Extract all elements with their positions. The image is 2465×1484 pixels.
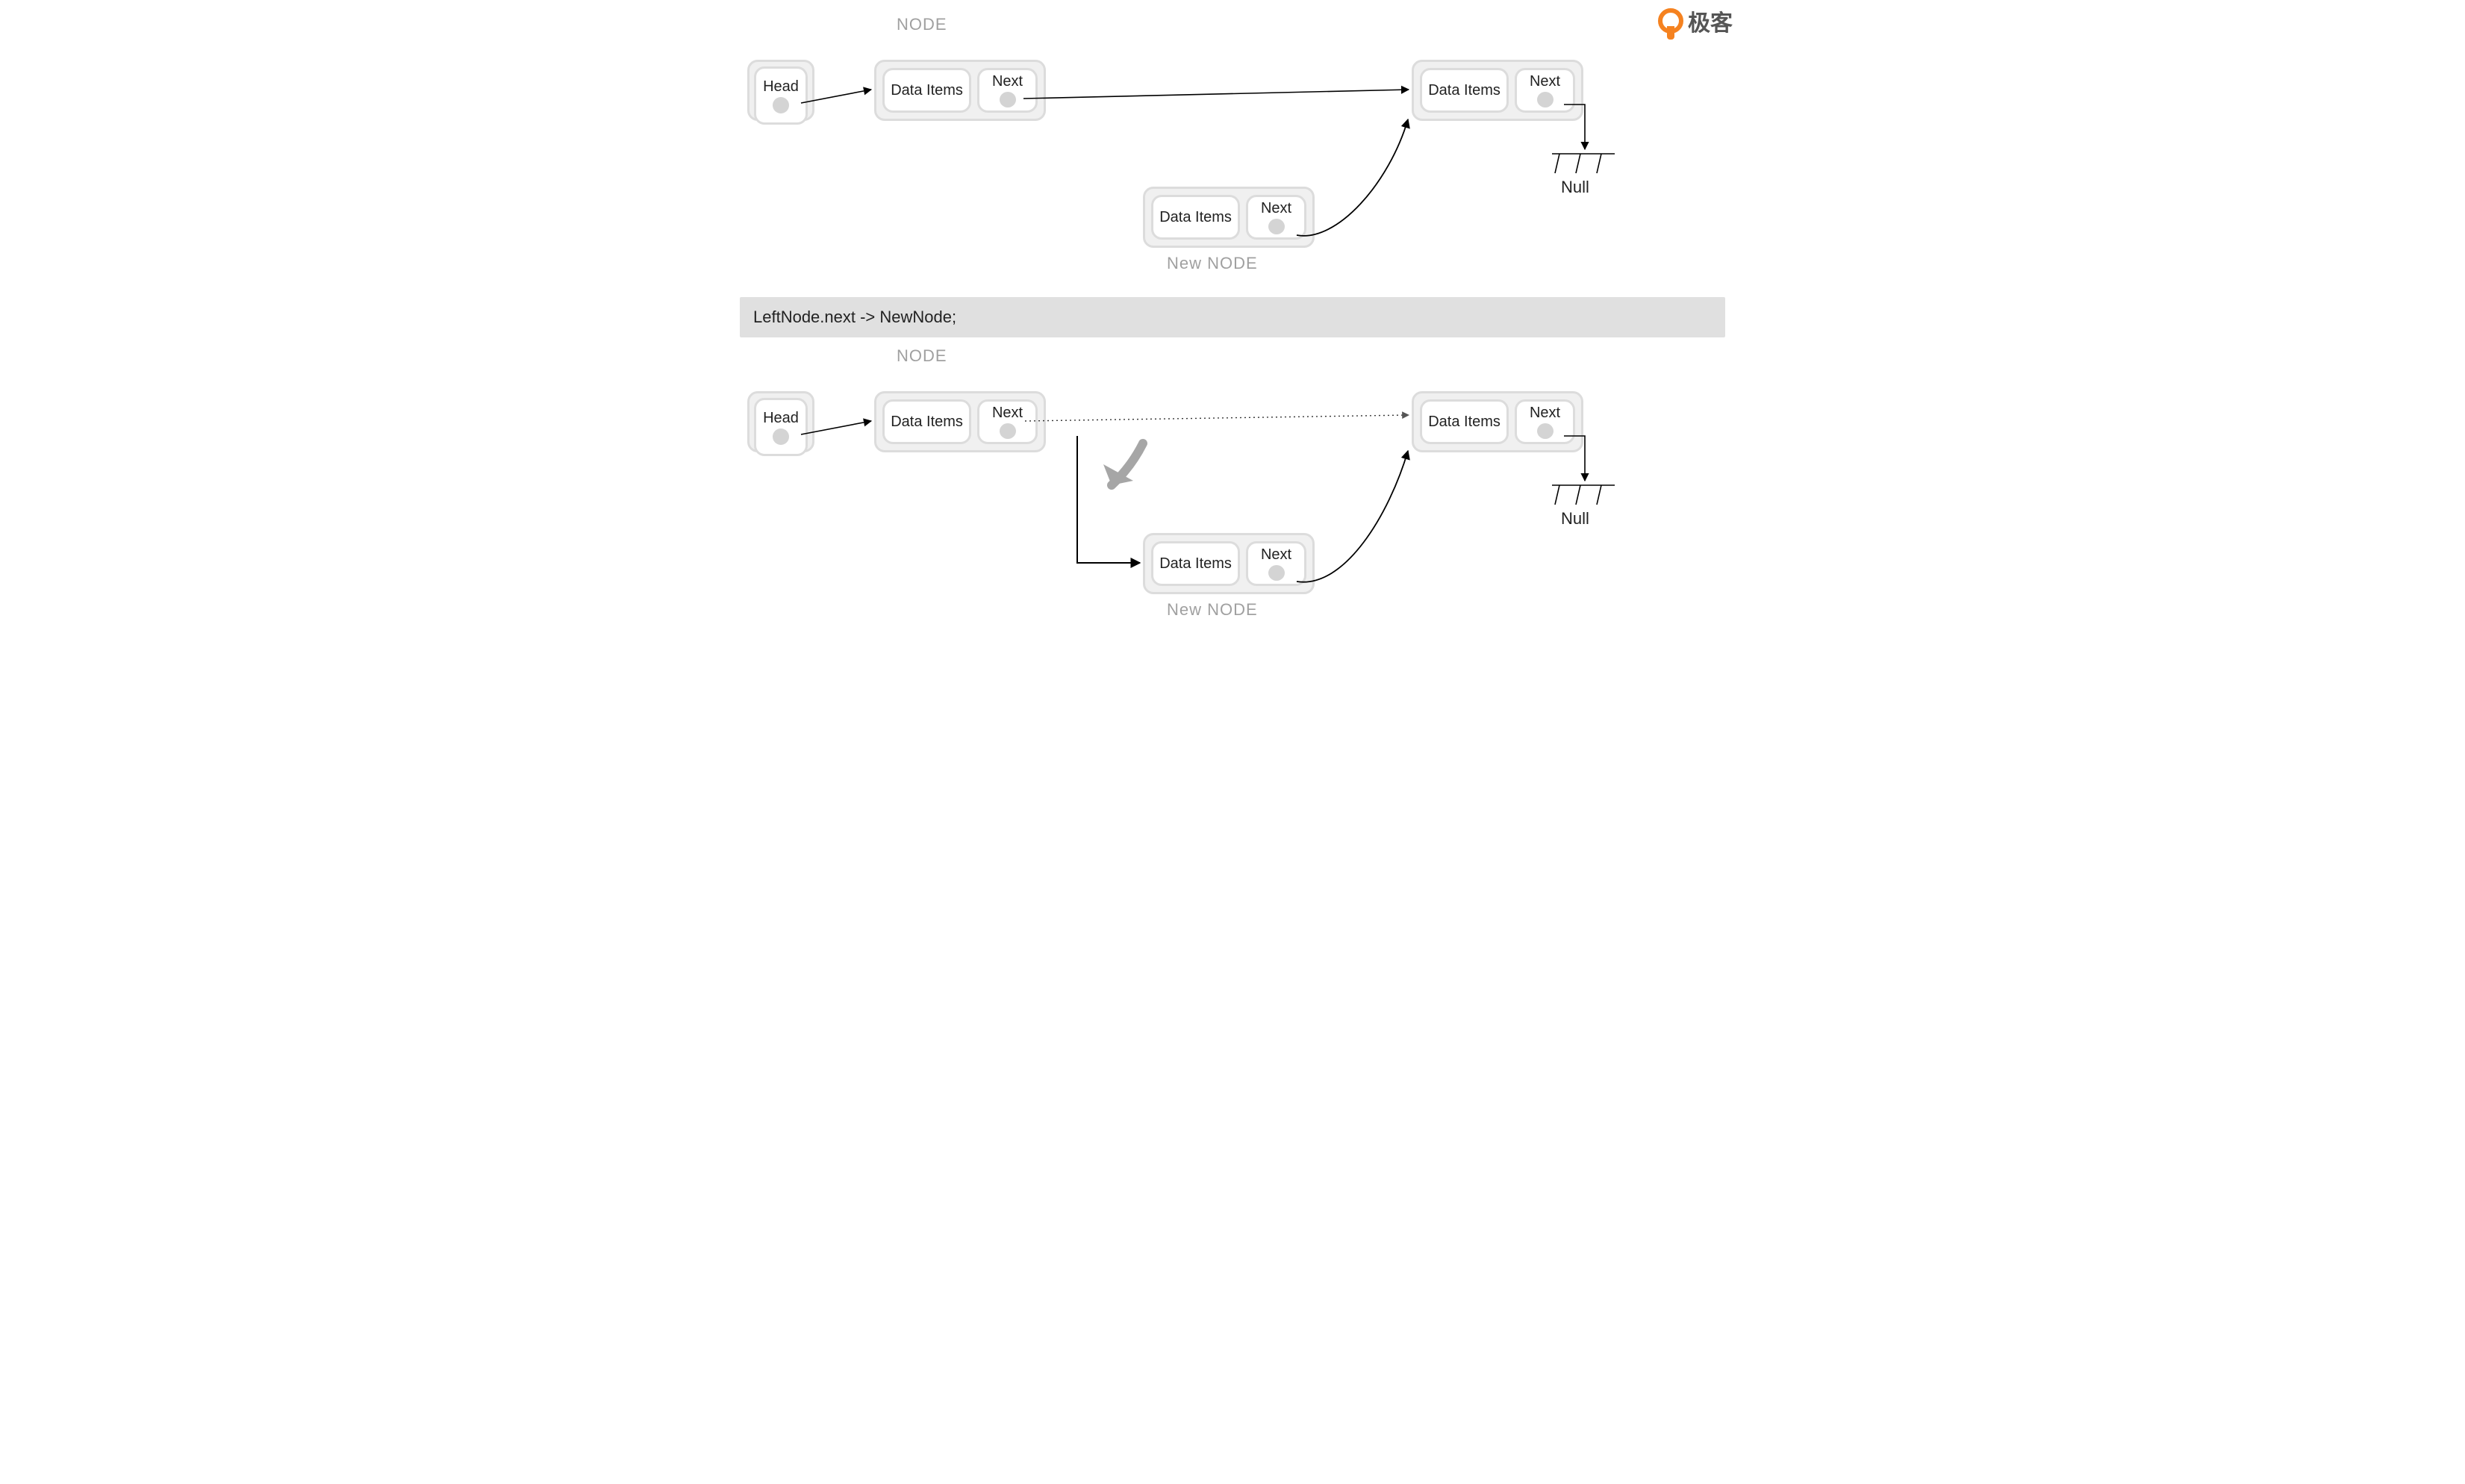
left-node-next-cell: Next [977,399,1038,444]
left-node: Data Items Next [874,391,1046,452]
newnode-section-label: New NODE [1167,254,1258,273]
next-label: Next [1261,200,1291,217]
pointer-dot-icon [1537,92,1554,107]
next-label: Next [992,405,1023,422]
data-label: Data Items [891,82,963,99]
next-label: Next [1261,546,1291,564]
page: 极客 NODE Head Data Items Next Data Items [725,0,1740,660]
pointer-dot-icon [1537,423,1554,439]
head-cell: Head [754,398,808,456]
next-label: Next [1530,73,1560,90]
null-label: Null [1561,178,1589,197]
data-label: Data Items [1428,82,1500,99]
diagram-top: NODE Head Data Items Next Data Items [740,15,1725,291]
pointer-dot-icon [1000,92,1016,107]
data-label: Data Items [891,414,963,431]
head-box: Head [747,60,814,121]
left-node-data-cell: Data Items [882,399,971,444]
head-cell: Head [754,66,808,125]
head-box: Head [747,391,814,452]
left-node-next-cell: Next [977,68,1038,113]
new-node-data-cell: Data Items [1151,195,1240,240]
new-node: Data Items Next [1143,533,1315,594]
new-node-next-cell: Next [1246,541,1306,586]
head-label: Head [763,78,799,96]
right-node: Data Items Next [1412,60,1583,121]
right-node: Data Items Next [1412,391,1583,452]
code-line: LeftNode.next -> NewNode; [740,297,1725,337]
null-label: Null [1561,509,1589,529]
pointer-dot-icon [1000,423,1016,439]
pointer-dot-icon [1268,219,1285,234]
pointer-dot-icon [773,97,789,113]
diagram-bottom: NODE Head Data Items Next Data Items [740,346,1725,645]
left-node-data-cell: Data Items [882,68,971,113]
next-label: Next [992,73,1023,90]
head-label: Head [763,410,799,427]
right-node-next-cell: Next [1515,399,1575,444]
left-node: Data Items Next [874,60,1046,121]
right-node-data-cell: Data Items [1420,399,1509,444]
arrows-top [740,15,1725,291]
node-section-label: NODE [897,346,947,366]
data-label: Data Items [1428,414,1500,431]
data-label: Data Items [1159,209,1232,226]
pointer-dot-icon [1268,565,1285,581]
node-section-label: NODE [897,15,947,34]
pointer-dot-icon [773,428,789,445]
new-node-data-cell: Data Items [1151,541,1240,586]
data-label: Data Items [1159,555,1232,573]
new-node-next-cell: Next [1246,195,1306,240]
newnode-section-label: New NODE [1167,600,1258,620]
new-node: Data Items Next [1143,187,1315,248]
right-node-next-cell: Next [1515,68,1575,113]
next-label: Next [1530,405,1560,422]
right-node-data-cell: Data Items [1420,68,1509,113]
